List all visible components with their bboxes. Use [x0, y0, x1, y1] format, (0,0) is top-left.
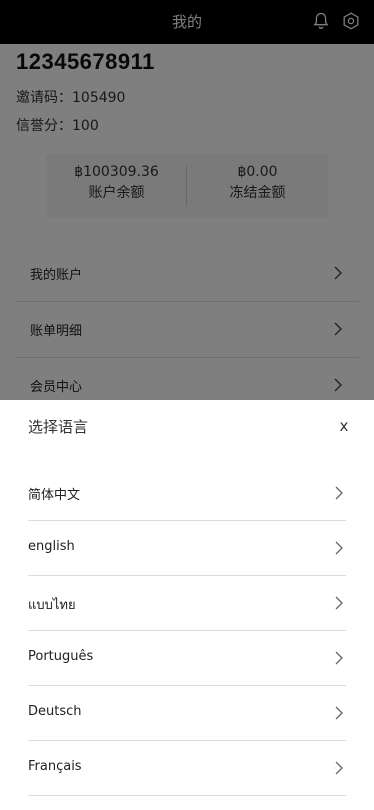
language-option-label: Deutsch: [28, 704, 82, 719]
language-option-label: Français: [28, 759, 82, 774]
language-option-french[interactable]: Français: [28, 741, 346, 796]
modal-backdrop[interactable]: [0, 0, 374, 400]
close-button[interactable]: x: [336, 416, 352, 436]
language-option-label: english: [28, 539, 75, 554]
sheet-title: 选择语言: [28, 418, 89, 436]
chevron-right-icon: [335, 706, 343, 720]
language-option-label: แบบไทย: [28, 598, 76, 613]
language-option-zh-cn[interactable]: 简体中文: [28, 466, 346, 521]
language-option-portuguese[interactable]: Português: [28, 631, 346, 686]
chevron-right-icon: [335, 651, 343, 665]
chevron-right-icon: [335, 541, 343, 555]
chevron-right-icon: [335, 761, 343, 775]
language-list: 简体中文 english แบบไทย Português Deutsch Fr…: [28, 466, 346, 796]
language-option-german[interactable]: Deutsch: [28, 686, 346, 741]
language-option-label: Português: [28, 649, 94, 664]
chevron-right-icon: [335, 486, 343, 500]
chevron-right-icon: [335, 596, 343, 610]
language-option-english[interactable]: english: [28, 521, 346, 576]
language-sheet: 选择语言 x 简体中文 english แบบไทย Português Deu…: [0, 400, 374, 810]
language-option-label: 简体中文: [28, 488, 81, 503]
language-option-thai[interactable]: แบบไทย: [28, 576, 346, 631]
